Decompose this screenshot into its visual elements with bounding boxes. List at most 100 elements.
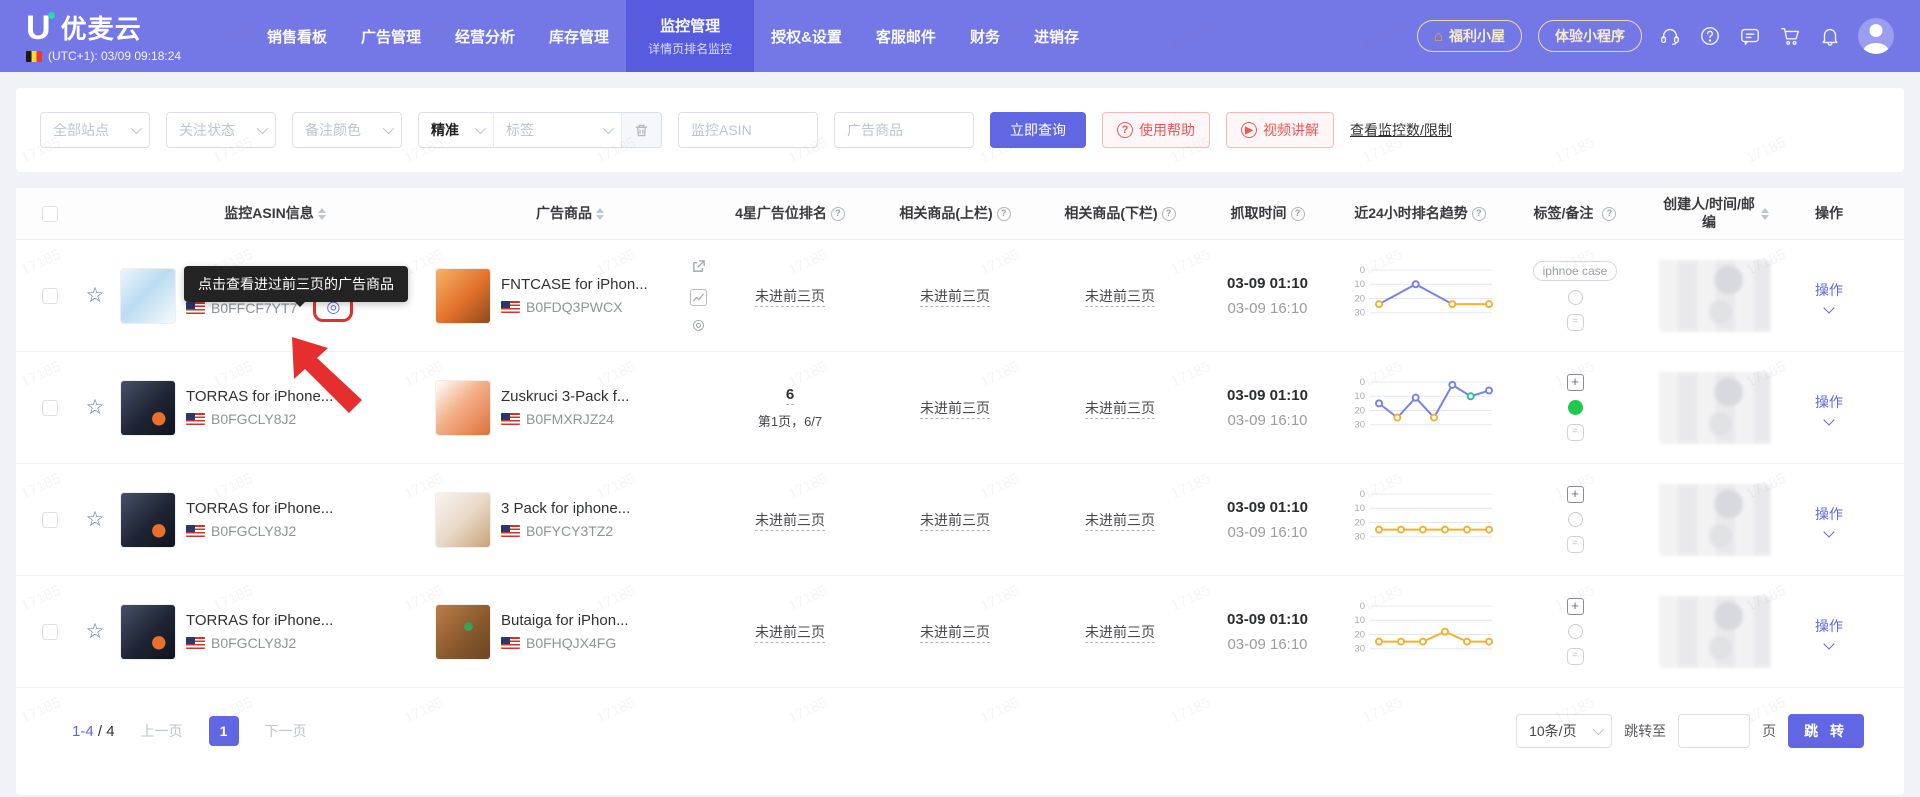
- product-image[interactable]: [435, 603, 491, 660]
- product-image[interactable]: [120, 267, 176, 324]
- related-top-value[interactable]: 未进前三页: [920, 287, 990, 307]
- note-color-dot[interactable]: [1567, 624, 1583, 639]
- nav-item-purchase-sale-stock[interactable]: 进销存: [1017, 0, 1096, 72]
- nav-item-customer-email[interactable]: 客服邮件: [859, 0, 953, 72]
- feedback-icon[interactable]: [1738, 24, 1762, 48]
- match-mode-select[interactable]: 精准: [419, 113, 493, 147]
- sort-icon[interactable]: [596, 207, 604, 220]
- prev-page-button[interactable]: 上一页: [141, 721, 183, 741]
- clear-tag-button[interactable]: [621, 113, 661, 147]
- monitor-asin-input[interactable]: [678, 112, 818, 148]
- asin-title[interactable]: TORRAS for iPhone...: [186, 500, 333, 517]
- welfare-house-button[interactable]: ⌂ 福利小屋: [1416, 20, 1522, 52]
- tag-chip[interactable]: iphnoe case: [1532, 260, 1618, 281]
- follow-status-select[interactable]: 关注状态: [166, 112, 276, 148]
- tag-select[interactable]: 标签: [493, 113, 621, 147]
- eye-icon[interactable]: ◎: [692, 316, 704, 333]
- header-creator[interactable]: 创建人/时间/邮编: [1645, 196, 1785, 231]
- ad-title[interactable]: 3 Pack for iphone...: [501, 500, 630, 517]
- product-image[interactable]: [435, 267, 491, 324]
- asin-title[interactable]: TORRAS for iPhone...: [186, 388, 333, 405]
- related-top-value[interactable]: 未进前三页: [920, 399, 990, 419]
- row-action-menu[interactable]: 操作: [1815, 504, 1843, 538]
- customer-service-icon[interactable]: [1658, 24, 1682, 48]
- note-color-select[interactable]: 备注颜色: [292, 112, 402, 148]
- trend-chart-icon[interactable]: [690, 288, 707, 306]
- favorite-star-icon[interactable]: ☆: [86, 397, 105, 418]
- asin-title[interactable]: TORRAS for iPhone...: [186, 612, 333, 629]
- related-bottom-value[interactable]: 未进前三页: [1085, 623, 1155, 643]
- memo-icon[interactable]: =: [1566, 536, 1584, 553]
- goto-page-input[interactable]: [1678, 714, 1751, 748]
- row-checkbox[interactable]: [42, 399, 58, 416]
- jump-button[interactable]: 跳 转: [1788, 714, 1864, 748]
- memo-icon[interactable]: =: [1566, 424, 1584, 441]
- nav-item-auth-settings[interactable]: 授权&设置: [754, 0, 859, 72]
- help-button[interactable]: ? 使用帮助: [1102, 112, 1210, 148]
- select-all-checkbox[interactable]: [42, 205, 58, 222]
- video-guide-button[interactable]: ▶ 视频讲解: [1226, 112, 1334, 148]
- row-action-menu[interactable]: 操作: [1815, 392, 1843, 426]
- row-checkbox[interactable]: [42, 287, 58, 304]
- note-color-dot[interactable]: [1567, 289, 1583, 305]
- favorite-star-icon[interactable]: ☆: [86, 621, 105, 642]
- nav-item-finance[interactable]: 财务: [953, 0, 1017, 72]
- memo-icon[interactable]: =: [1566, 313, 1584, 331]
- row-action-menu[interactable]: 操作: [1815, 616, 1843, 650]
- logo[interactable]: U 优麦云 (UTC+1): 03/09 09:18:24: [0, 0, 250, 72]
- rank-value[interactable]: 未进前三页: [755, 623, 825, 643]
- memo-icon[interactable]: =: [1566, 648, 1584, 665]
- nav-item-ad-management[interactable]: 广告管理: [344, 0, 438, 72]
- related-bottom-value[interactable]: 未进前三页: [1085, 511, 1155, 531]
- header-asin-info[interactable]: 监控ASIN信息: [120, 205, 430, 223]
- info-icon[interactable]: ?: [996, 206, 1011, 221]
- product-image[interactable]: [120, 603, 176, 660]
- rank-value[interactable]: 未进前三页: [755, 287, 825, 307]
- info-icon[interactable]: ?: [1471, 206, 1486, 221]
- ad-title[interactable]: FNTCASE for iPhon...: [501, 276, 648, 293]
- row-checkbox[interactable]: [42, 623, 58, 640]
- info-icon[interactable]: ?: [1602, 206, 1617, 221]
- page-1-button[interactable]: 1: [208, 716, 239, 746]
- add-tag-icon[interactable]: +: [1566, 374, 1584, 391]
- nav-item-business-analysis[interactable]: 经营分析: [438, 0, 532, 72]
- monitor-limit-link[interactable]: 查看监控数/限制: [1350, 120, 1452, 140]
- rank-value[interactable]: 6: [785, 385, 795, 405]
- related-bottom-value[interactable]: 未进前三页: [1085, 287, 1155, 307]
- add-tag-icon[interactable]: +: [1566, 598, 1584, 615]
- sort-icon[interactable]: [1761, 207, 1769, 220]
- sort-icon[interactable]: [317, 207, 326, 220]
- info-icon[interactable]: ?: [1290, 206, 1305, 221]
- product-image[interactable]: [120, 379, 176, 436]
- favorite-star-icon[interactable]: ☆: [86, 509, 105, 530]
- site-select[interactable]: 全部站点: [40, 112, 150, 148]
- nav-item-sales-board[interactable]: 销售看板: [250, 0, 344, 72]
- nav-item-inventory[interactable]: 库存管理: [532, 0, 626, 72]
- query-button[interactable]: 立即查询: [990, 112, 1086, 148]
- product-image[interactable]: [435, 379, 491, 436]
- mini-program-button[interactable]: 体验小程序: [1538, 20, 1642, 52]
- add-tag-icon[interactable]: +: [1566, 486, 1584, 503]
- related-bottom-value[interactable]: 未进前三页: [1085, 399, 1155, 419]
- rank-value[interactable]: 未进前三页: [755, 511, 825, 531]
- next-page-button[interactable]: 下一页: [265, 721, 307, 741]
- info-icon[interactable]: ?: [1161, 206, 1176, 221]
- product-image[interactable]: [120, 491, 176, 548]
- cart-icon[interactable]: [1778, 24, 1802, 48]
- nav-item-monitoring-active[interactable]: 监控管理 详情页排名监控: [626, 0, 755, 72]
- related-top-value[interactable]: 未进前三页: [920, 623, 990, 643]
- view-ads-eye-icon[interactable]: ◎: [326, 299, 340, 316]
- note-color-dot[interactable]: [1567, 512, 1583, 527]
- row-action-menu[interactable]: 操作: [1815, 280, 1843, 314]
- product-image[interactable]: [435, 491, 491, 548]
- header-ad-product[interactable]: 广告商品: [435, 205, 705, 223]
- ad-title[interactable]: Butaiga for iPhon...: [501, 612, 629, 629]
- page-size-select[interactable]: 10条/页: [1516, 714, 1613, 748]
- ad-title[interactable]: Zuskruci 3-Pack f...: [501, 388, 629, 405]
- row-checkbox[interactable]: [42, 511, 58, 528]
- user-avatar[interactable]: [1858, 18, 1894, 54]
- export-icon[interactable]: [691, 259, 706, 279]
- favorite-star-icon[interactable]: ☆: [86, 285, 105, 306]
- info-icon[interactable]: ?: [830, 206, 845, 221]
- help-icon[interactable]: [1698, 24, 1722, 48]
